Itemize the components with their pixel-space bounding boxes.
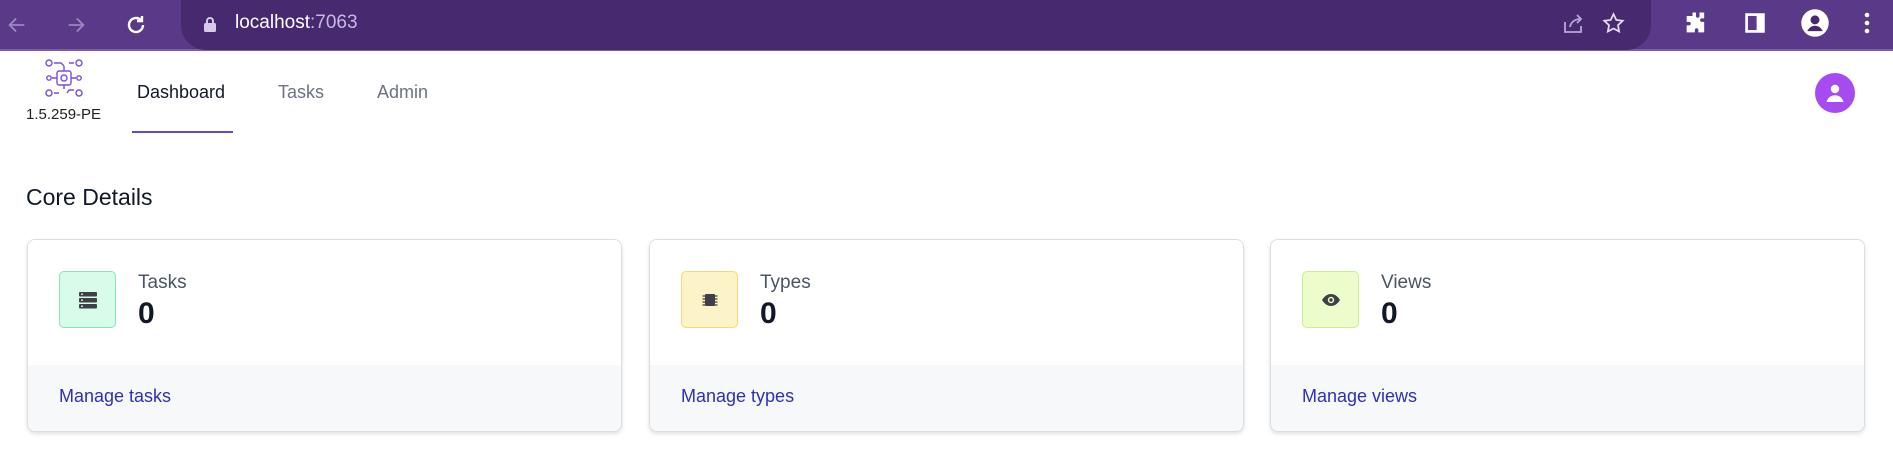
card-count: 0 — [1381, 297, 1398, 330]
share-icon[interactable] — [1561, 12, 1585, 36]
url-text: localhost:7063 — [235, 12, 358, 34]
manage-tasks-link[interactable]: Manage tasks — [59, 386, 171, 407]
side-panel-icon[interactable] — [1742, 10, 1768, 36]
section-title: Core Details — [26, 184, 153, 210]
views-card: Views 0 Manage views — [1270, 239, 1865, 432]
manage-views-link[interactable]: Manage views — [1302, 386, 1417, 407]
views-icon-box — [1302, 271, 1359, 328]
browser-toolbar: localhost:7063 — [0, 0, 1893, 51]
active-tab-indicator — [132, 131, 233, 133]
eye-icon — [1321, 293, 1340, 306]
circuit-logo-icon — [45, 59, 83, 97]
forward-button[interactable] — [59, 8, 93, 42]
card-body — [1271, 240, 1864, 365]
types-card: Types 0 Manage types — [649, 239, 1244, 432]
card-count: 0 — [138, 297, 155, 330]
card-label: Tasks — [138, 272, 187, 293]
tasks-card: Tasks 0 Manage tasks — [27, 239, 622, 432]
back-button[interactable] — [0, 8, 34, 42]
nav-admin[interactable]: Admin — [377, 82, 428, 103]
url-host: localhost — [235, 12, 310, 33]
arrow-right-icon — [68, 17, 85, 33]
app-logo[interactable] — [44, 58, 84, 103]
app-version: 1.5.259-PE — [26, 106, 102, 123]
arrow-left-icon — [8, 17, 25, 33]
user-avatar[interactable] — [1815, 73, 1855, 113]
types-icon-box — [681, 271, 738, 328]
card-label: Views — [1381, 272, 1432, 293]
reload-button[interactable] — [119, 8, 153, 42]
kebab-menu-icon[interactable] — [1862, 10, 1872, 36]
card-label: Types — [760, 272, 811, 293]
user-icon — [1826, 84, 1844, 102]
card-body — [28, 240, 621, 365]
reload-icon — [127, 16, 145, 34]
card-count: 0 — [760, 297, 777, 330]
card-body — [650, 240, 1243, 365]
nav-dashboard[interactable]: Dashboard — [137, 82, 225, 103]
extensions-puzzle-icon[interactable] — [1682, 9, 1710, 37]
nav-tasks[interactable]: Tasks — [278, 82, 324, 103]
tasks-icon-box — [59, 271, 116, 328]
manage-types-link[interactable]: Manage types — [681, 386, 794, 407]
lock-icon — [203, 16, 217, 37]
address-bar[interactable]: localhost:7063 — [181, 0, 1651, 50]
profile-icon[interactable] — [1800, 8, 1830, 38]
bookmark-star-icon[interactable] — [1601, 11, 1626, 36]
server-stack-icon — [78, 291, 97, 308]
url-port: :7063 — [310, 12, 358, 33]
chip-icon — [702, 293, 717, 306]
